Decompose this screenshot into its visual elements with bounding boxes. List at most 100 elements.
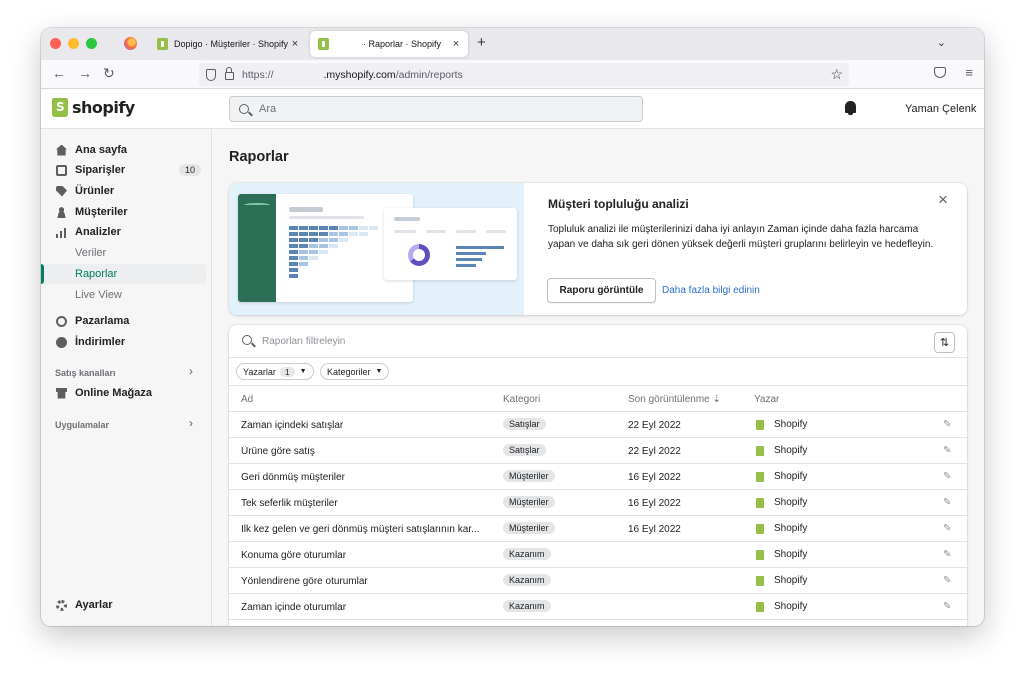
author-cell: Shopify: [756, 445, 807, 456]
table-row[interactable]: İlk kez gelen ve geri dönmüş müşteri sat…: [229, 516, 967, 542]
sidebar-item-label: Ana sayfa: [75, 144, 127, 156]
tab-label: Dopigo · Müşteriler · Shopify: [174, 39, 289, 49]
sidebar-item-label: Veriler: [75, 247, 107, 259]
column-last-viewed[interactable]: Son görüntülenme ⇣: [628, 394, 721, 405]
chevron-right-icon[interactable]: ›: [189, 364, 193, 378]
chevron-right-icon[interactable]: ›: [189, 416, 193, 430]
tab-close-icon[interactable]: ×: [289, 38, 301, 50]
report-name[interactable]: Zaman içinde oturumlar: [241, 602, 491, 613]
tracking-shield-icon[interactable]: [206, 68, 216, 81]
sidebar-item-online-store[interactable]: Online Mağaza: [41, 383, 206, 403]
sidebar-item-discounts[interactable]: İndirimler: [41, 332, 206, 352]
sidebar-item-data[interactable]: Veriler: [41, 243, 206, 263]
table-row[interactable]: Geri dönmüş müşteriler Müşteriler 16 Eyl 2…: [229, 464, 967, 490]
sidebar-item-live-view[interactable]: Live View: [41, 285, 206, 305]
categories-filter-chip[interactable]: Kategoriler ▼: [320, 363, 390, 380]
discount-icon: [56, 336, 67, 348]
notifications-bell-icon[interactable]: [845, 101, 856, 115]
sort-button[interactable]: ⇅: [934, 332, 955, 353]
pin-icon[interactable]: ✎: [943, 575, 951, 586]
hamburger-menu-icon[interactable]: ≡: [965, 65, 973, 80]
sidebar-item-analytics[interactable]: Analizler: [41, 222, 206, 242]
firefox-view-icon[interactable]: [124, 37, 137, 50]
report-name[interactable]: Zaman içindeki satışlar: [241, 420, 491, 431]
url-bar[interactable]: https:// .myshopify.com /admin/reports ☆: [199, 63, 849, 86]
table-row[interactable]: Zaman içindeki satışlar Satışlar 22 Eyl 20…: [229, 412, 967, 438]
sidebar-item-reports[interactable]: Raporlar: [41, 264, 206, 284]
column-author[interactable]: Yazar: [754, 394, 779, 405]
shopify-favicon-icon: [756, 471, 764, 482]
brand-name: shopify: [72, 98, 135, 117]
tab-reports[interactable]: · Raporlar · Shopify ×: [310, 31, 468, 57]
report-filter-bar[interactable]: Raporları filtreleyin ⇅: [229, 325, 967, 358]
reload-icon[interactable]: ↻: [103, 65, 115, 82]
table-row[interactable]: Zaman içinde oturumlar Kazanım Shopify ✎: [229, 594, 967, 620]
table-row[interactable]: Konuma göre oturumlar Kazanım Shopify ✎: [229, 542, 967, 568]
banner-title: Müşteri topluluğu analizi: [548, 197, 689, 211]
tab-dopigo-customers[interactable]: Dopigo · Müşteriler · Shopify ×: [149, 31, 307, 57]
report-name[interactable]: İlk kez gelen ve geri dönmüş müşteri sat…: [241, 524, 491, 535]
forward-icon[interactable]: →: [78, 65, 92, 81]
pin-icon[interactable]: ✎: [943, 419, 951, 430]
sidebar-item-marketing[interactable]: Pazarlama: [41, 311, 206, 331]
tab-close-icon[interactable]: ×: [450, 38, 462, 50]
new-tab-button[interactable]: +: [477, 34, 486, 51]
pin-icon[interactable]: ✎: [943, 601, 951, 612]
learn-more-link[interactable]: Daha fazla bilgi edinin: [662, 285, 760, 296]
shopify-favicon-icon: [756, 497, 764, 508]
sidebar-item-settings[interactable]: Ayarlar: [41, 595, 206, 615]
admin-topbar: shopify Ara Yaman Çelenk: [41, 89, 984, 129]
list-tabs-icon[interactable]: ⌄: [937, 36, 946, 49]
last-viewed-date: 16 Eyl 2022: [628, 498, 681, 509]
category-badge: Kazanım: [503, 600, 551, 612]
shopify-favicon-icon: [756, 575, 764, 586]
author-cell: Shopify: [756, 523, 807, 534]
report-name[interactable]: Geri dönmüş müşteriler: [241, 472, 491, 483]
illustration-chart-card: [384, 208, 517, 280]
sidebar-item-home[interactable]: Ana sayfa: [41, 140, 206, 160]
report-name[interactable]: Yönlendirene göre oturumlar: [241, 576, 491, 587]
tab-bar: Dopigo · Müşteriler · Shopify × · Raporl…: [41, 28, 984, 60]
pin-icon[interactable]: ✎: [943, 549, 951, 560]
pocket-icon[interactable]: [934, 67, 946, 78]
table-row[interactable]: Ürüne göre satış Satışlar 22 Eyl 2022 Shopi…: [229, 438, 967, 464]
sidebar-item-orders[interactable]: Siparişler 10: [41, 160, 206, 180]
last-viewed-date: 16 Eyl 2022: [628, 472, 681, 483]
minimize-window-button[interactable]: [68, 38, 79, 49]
sidebar-item-products[interactable]: Ürünler: [41, 181, 206, 201]
table-row[interactable]: Tek seferlik müşteriler Müşteriler 16 Eyl …: [229, 490, 967, 516]
back-icon[interactable]: ←: [52, 65, 66, 81]
report-name[interactable]: Ürüne göre satış: [241, 446, 491, 457]
sidebar-item-customers[interactable]: Müşteriler: [41, 202, 206, 222]
pin-icon[interactable]: ✎: [943, 471, 951, 482]
search-input[interactable]: Ara: [229, 96, 643, 122]
column-name[interactable]: Ad: [241, 394, 253, 405]
shopify-logo[interactable]: shopify: [52, 98, 135, 117]
authors-filter-chip[interactable]: Yazarlar 1 ▼: [236, 363, 314, 380]
user-menu[interactable]: Yaman Çelenk: [905, 103, 976, 115]
chip-count: 1: [279, 366, 295, 377]
pin-icon[interactable]: ✎: [943, 523, 951, 534]
report-name[interactable]: Konuma göre oturumlar: [241, 550, 491, 561]
cohort-analysis-banner: Müşteri topluluğu analizi × Topluluk ana…: [229, 183, 967, 315]
view-report-button[interactable]: Raporu görüntüle: [547, 278, 656, 303]
author-name: Shopify: [774, 471, 808, 482]
author-name: Shopify: [774, 445, 808, 456]
shopify-favicon-icon: [756, 445, 764, 456]
bookmark-star-icon[interactable]: ☆: [830, 66, 843, 83]
sidebar-item-label: Siparişler: [75, 164, 126, 176]
column-category[interactable]: Kategori: [503, 394, 540, 405]
tab-label: · Raporlar · Shopify: [363, 39, 442, 49]
close-window-button[interactable]: [50, 38, 61, 49]
shopify-favicon-icon: [756, 601, 764, 612]
table-row[interactable]: Yönlendirene göre oturumlar Kazanım Shopif…: [229, 568, 967, 594]
shopify-favicon-icon: [756, 523, 764, 534]
lock-icon[interactable]: [225, 67, 234, 80]
sidebar-item-label: Raporlar: [75, 268, 118, 280]
main-content: Raporlar Müşteri topluluğu analizi × Top…: [212, 129, 984, 626]
close-icon[interactable]: ×: [938, 190, 948, 210]
zoom-window-button[interactable]: [86, 38, 97, 49]
pin-icon[interactable]: ✎: [943, 497, 951, 508]
pin-icon[interactable]: ✎: [943, 445, 951, 456]
report-name[interactable]: Tek seferlik müşteriler: [241, 498, 491, 509]
